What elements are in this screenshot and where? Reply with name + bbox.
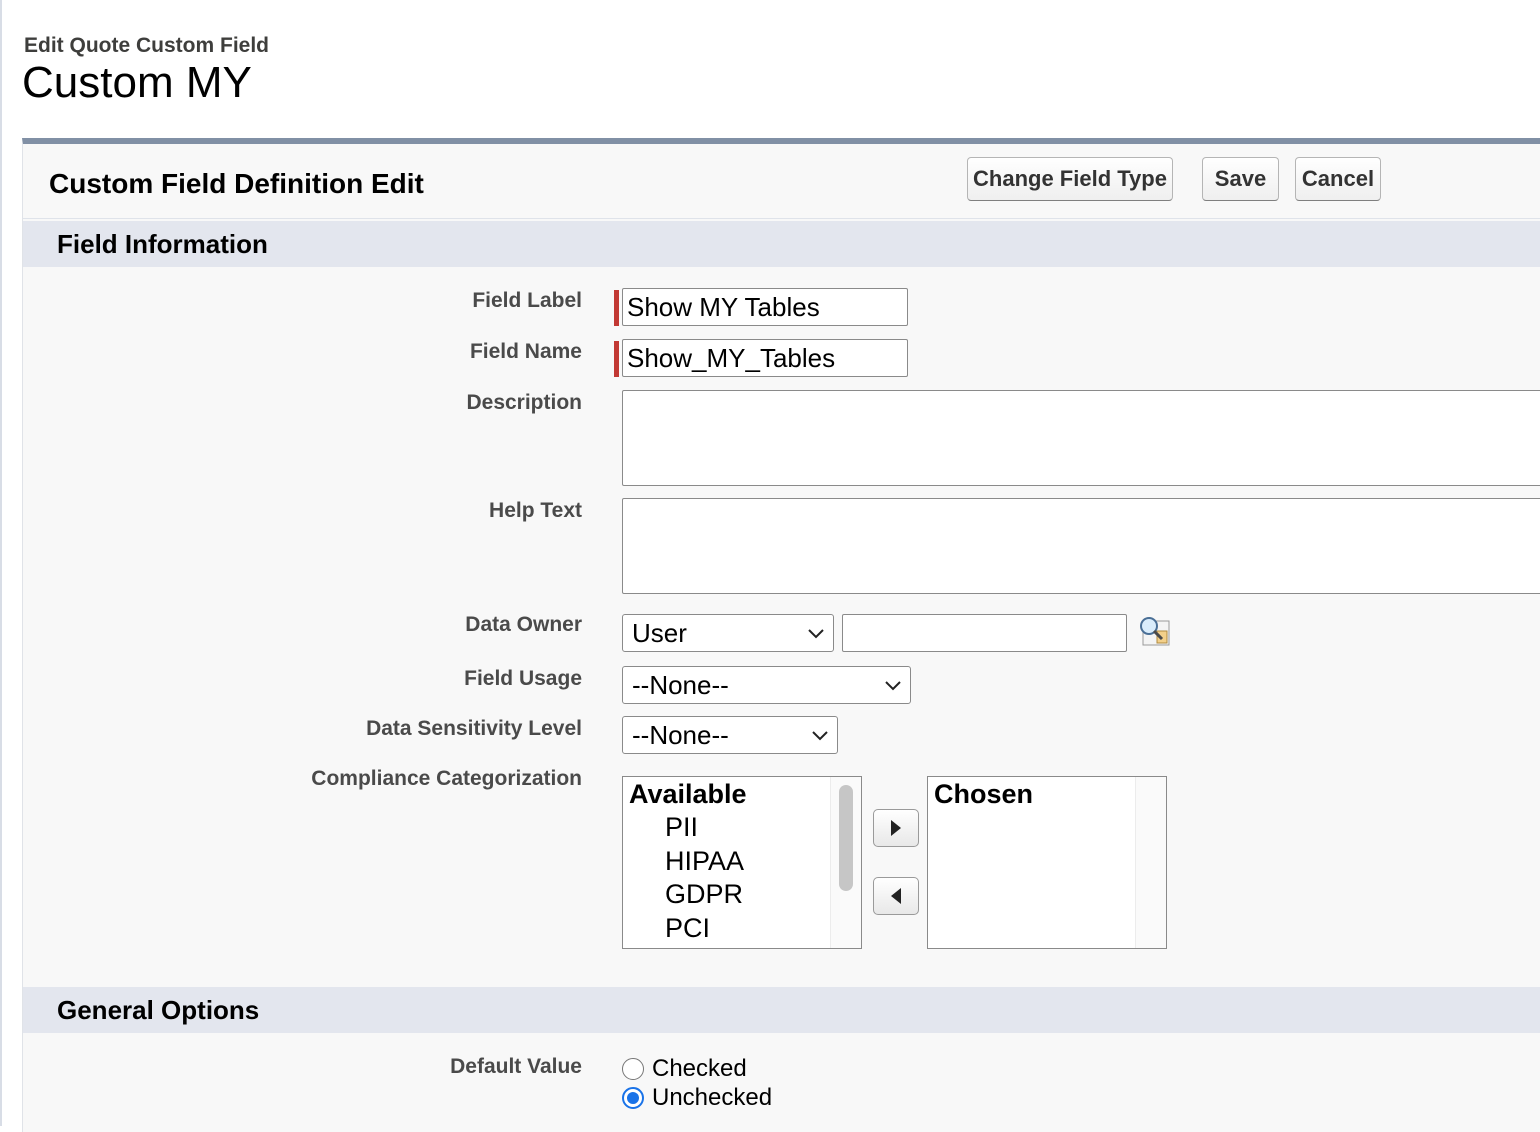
- radio-checked-option[interactable]: Checked: [622, 1055, 747, 1083]
- description-label: Description: [466, 391, 582, 414]
- field-name-input[interactable]: Show_MY_Tables: [622, 339, 908, 377]
- triangle-right-icon: [891, 820, 901, 836]
- section-field-information: Field Information: [23, 221, 1540, 267]
- chosen-listbox[interactable]: Chosen: [927, 776, 1167, 949]
- remove-button[interactable]: [873, 877, 919, 915]
- radio-button-selected[interactable]: [622, 1087, 644, 1109]
- section-title: Field Information: [57, 229, 268, 259]
- cancel-button[interactable]: Cancel: [1295, 157, 1381, 201]
- list-item[interactable]: GDPR: [665, 879, 743, 910]
- radio-label: Checked: [652, 1055, 747, 1082]
- radio-unchecked-option[interactable]: Unchecked: [622, 1084, 772, 1112]
- required-indicator: [614, 290, 619, 326]
- section-title: General Options: [57, 995, 260, 1025]
- left-edge: [0, 0, 2, 1126]
- page-title: Custom MY: [22, 58, 252, 107]
- data-owner-type-value: User: [632, 618, 687, 648]
- available-header: Available: [629, 779, 747, 809]
- field-label-label: Field Label: [472, 289, 582, 312]
- add-button[interactable]: [873, 809, 919, 847]
- data-owner-type-select[interactable]: User: [622, 614, 834, 652]
- radio-button[interactable]: [622, 1058, 644, 1080]
- field-name-label: Field Name: [469, 340, 582, 363]
- data-sensitivity-label: Data Sensitivity Level: [366, 717, 582, 740]
- scrollbar[interactable]: [1135, 777, 1166, 948]
- help-text-label: Help Text: [489, 499, 582, 522]
- triangle-left-icon: [891, 888, 901, 904]
- data-owner-label: Data Owner: [465, 613, 582, 636]
- data-sensitivity-select[interactable]: --None--: [622, 716, 838, 754]
- lookup-magnifier-icon[interactable]: [1137, 615, 1171, 647]
- available-listbox[interactable]: Available PII HIPAA GDPR PCI: [622, 776, 862, 949]
- field-usage-label: Field Usage: [464, 667, 582, 690]
- field-usage-select[interactable]: --None--: [622, 666, 911, 704]
- page-subtitle: Edit Quote Custom Field: [24, 34, 269, 57]
- save-button[interactable]: Save: [1202, 157, 1279, 201]
- change-field-type-button[interactable]: Change Field Type: [967, 157, 1173, 201]
- compliance-label: Compliance Categorization: [311, 767, 582, 790]
- scrollbar-thumb[interactable]: [839, 785, 853, 891]
- description-textarea[interactable]: [622, 390, 1540, 486]
- radio-label: Unchecked: [652, 1084, 773, 1111]
- chevron-down-icon: [885, 681, 901, 691]
- field-usage-value: --None--: [632, 670, 729, 700]
- data-owner-lookup-input[interactable]: [842, 614, 1127, 652]
- panel-header: Custom Field Definition Edit Change Fiel…: [23, 144, 1540, 219]
- section-general-options: General Options: [23, 987, 1540, 1033]
- data-sensitivity-value: --None--: [632, 720, 729, 750]
- list-item[interactable]: HIPAA: [665, 846, 744, 877]
- default-value-label: Default Value: [450, 1055, 582, 1078]
- list-item[interactable]: PCI: [665, 913, 710, 944]
- scrollbar[interactable]: [830, 777, 861, 948]
- required-indicator: [614, 341, 619, 377]
- field-label-input[interactable]: Show MY Tables: [622, 288, 908, 326]
- chosen-header: Chosen: [934, 779, 1034, 809]
- help-text-textarea[interactable]: [622, 498, 1540, 594]
- list-item[interactable]: PII: [665, 812, 698, 843]
- chevron-down-icon: [812, 731, 828, 741]
- panel-title: Custom Field Definition Edit: [49, 168, 424, 199]
- chevron-down-icon: [808, 629, 824, 639]
